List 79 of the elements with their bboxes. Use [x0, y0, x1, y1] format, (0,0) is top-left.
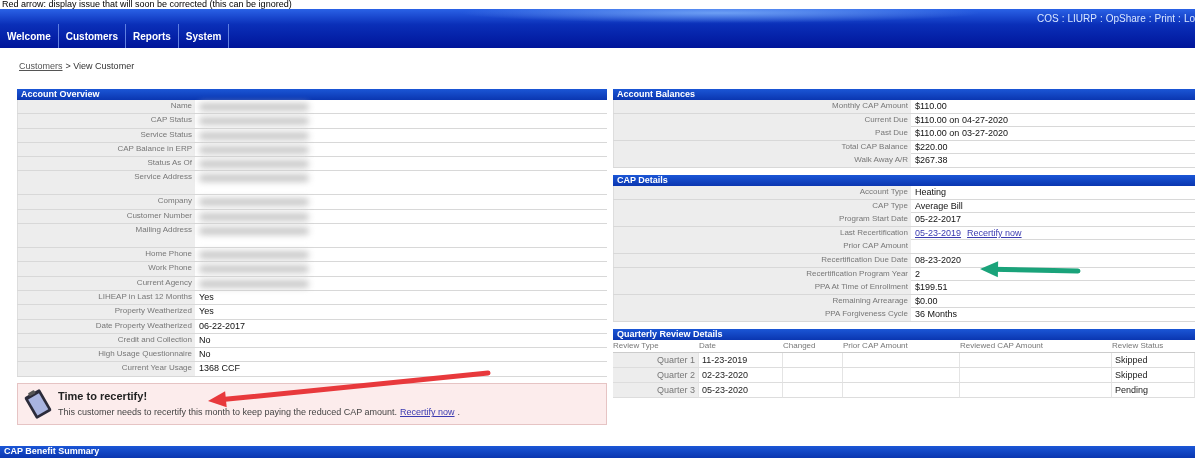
date-link[interactable]: 05-23-2019: [915, 226, 962, 240]
field-label: CAP Status: [17, 114, 195, 128]
header-link[interactable]: Lo: [1183, 13, 1195, 24]
recertify-link[interactable]: Recertify now: [400, 407, 455, 418]
table-cell: [783, 352, 843, 368]
field-value: 1368 CCF: [199, 362, 241, 376]
field-label: Walk Away A/R: [613, 154, 911, 168]
panel-header: Account Overview: [17, 89, 607, 100]
column-header: Date: [699, 339, 783, 353]
table-cell: 02-23-2020: [699, 367, 783, 383]
field-value: $110.00 on 03-27-2020: [915, 127, 1008, 141]
table-cell: Pending: [1112, 382, 1195, 398]
panel-header: Quarterly Review Details: [613, 328, 1195, 340]
column-header: Review Type: [613, 339, 699, 353]
alert-period: .: [457, 407, 461, 418]
field-label: Status As Of: [17, 157, 195, 171]
column-header: Review Status: [1112, 339, 1195, 353]
breadcrumb-current: > View Customer: [65, 61, 135, 73]
field-value: $199.51: [915, 281, 948, 295]
field-value: 05-22-2017: [915, 213, 962, 227]
field-value: 2: [915, 267, 920, 281]
nav-tab[interactable]: Customers: [58, 24, 126, 48]
caption-text: Red arrow: display issue that will soon be corrected (this can be ignored): [1, 0, 293, 9]
field-value: $220.00: [915, 140, 948, 154]
field-label: Monthly CAP Amount: [613, 100, 911, 113]
field-label: Name: [17, 100, 195, 114]
nav-tab[interactable]: Reports: [126, 24, 179, 48]
table-cell: Skipped: [1112, 352, 1195, 368]
alert-title: Time to recertify!: [58, 390, 149, 403]
field-value: Yes: [199, 305, 214, 319]
field-label: Service Address: [17, 171, 195, 195]
nav-tab[interactable]: System: [178, 24, 230, 48]
header-link[interactable]: COS: [1037, 13, 1059, 24]
column-header: Reviewed CAP Amount: [960, 339, 1112, 353]
field-value: 06-22-2017: [199, 319, 246, 333]
table-cell: 05-23-2020: [699, 382, 783, 398]
field-value: $110.00 on 04-27-2020: [915, 113, 1008, 127]
breadcrumb-link[interactable]: Customers: [19, 61, 63, 86]
field-value: No: [199, 333, 211, 347]
field-label: Company: [17, 195, 195, 209]
alert-message: This customer needs to recertify this month to keep paying the reduced CAP amount.: [58, 407, 397, 418]
field-label: Home Phone: [17, 248, 195, 262]
section-header: CAP Benefit Summary: [0, 446, 1195, 458]
column-header: Prior CAP Amount: [843, 339, 960, 353]
header-link[interactable]: Print: [1154, 13, 1176, 24]
field-value: No: [199, 348, 211, 362]
header-link[interactable]: LIURP: [1067, 13, 1097, 24]
link-separator: :: [1178, 13, 1181, 24]
table-cell: 11-23-2019: [699, 352, 783, 368]
field-label: High Usage Questionnaire: [17, 348, 195, 362]
header-link[interactable]: OpShare: [1105, 13, 1146, 24]
field-value: 08-23-2020: [915, 253, 962, 267]
field-value: Heating: [915, 185, 947, 199]
link-separator: :: [1099, 13, 1103, 24]
link-separator: :: [1061, 13, 1065, 24]
field-label: Prior CAP Amount: [613, 240, 911, 253]
field-label: Work Phone: [17, 262, 195, 276]
recertify-link[interactable]: Recertify now: [967, 226, 1022, 240]
field-value: Yes: [199, 290, 214, 304]
nav-tab[interactable]: Welcome: [0, 24, 59, 48]
field-value: $110.00: [915, 100, 947, 113]
column-header: Changed: [783, 339, 843, 353]
field-label: Past Due: [613, 127, 911, 141]
field-label: Mailing Address: [17, 224, 195, 248]
field-value: $0.00: [915, 294, 938, 308]
field-value: Average Bill: [915, 199, 963, 213]
table-cell: [783, 382, 843, 398]
field-label: Property Weatherized: [17, 305, 195, 319]
field-value: 36 Months: [915, 308, 958, 322]
field-label: PPA At Time of Enrollment: [613, 281, 911, 295]
field-label: Current Year Usage: [17, 362, 195, 376]
link-separator: :: [1148, 13, 1152, 24]
panel-header: Account Balances: [613, 89, 1195, 100]
panel-header: CAP Details: [613, 174, 1195, 186]
field-label: PPA Forgiveness Cycle: [613, 308, 911, 322]
field-value: $267.38: [915, 154, 948, 168]
field-label: Program Start Date: [613, 213, 911, 227]
table-cell: Skipped: [1112, 367, 1195, 383]
table-cell: [783, 367, 843, 383]
